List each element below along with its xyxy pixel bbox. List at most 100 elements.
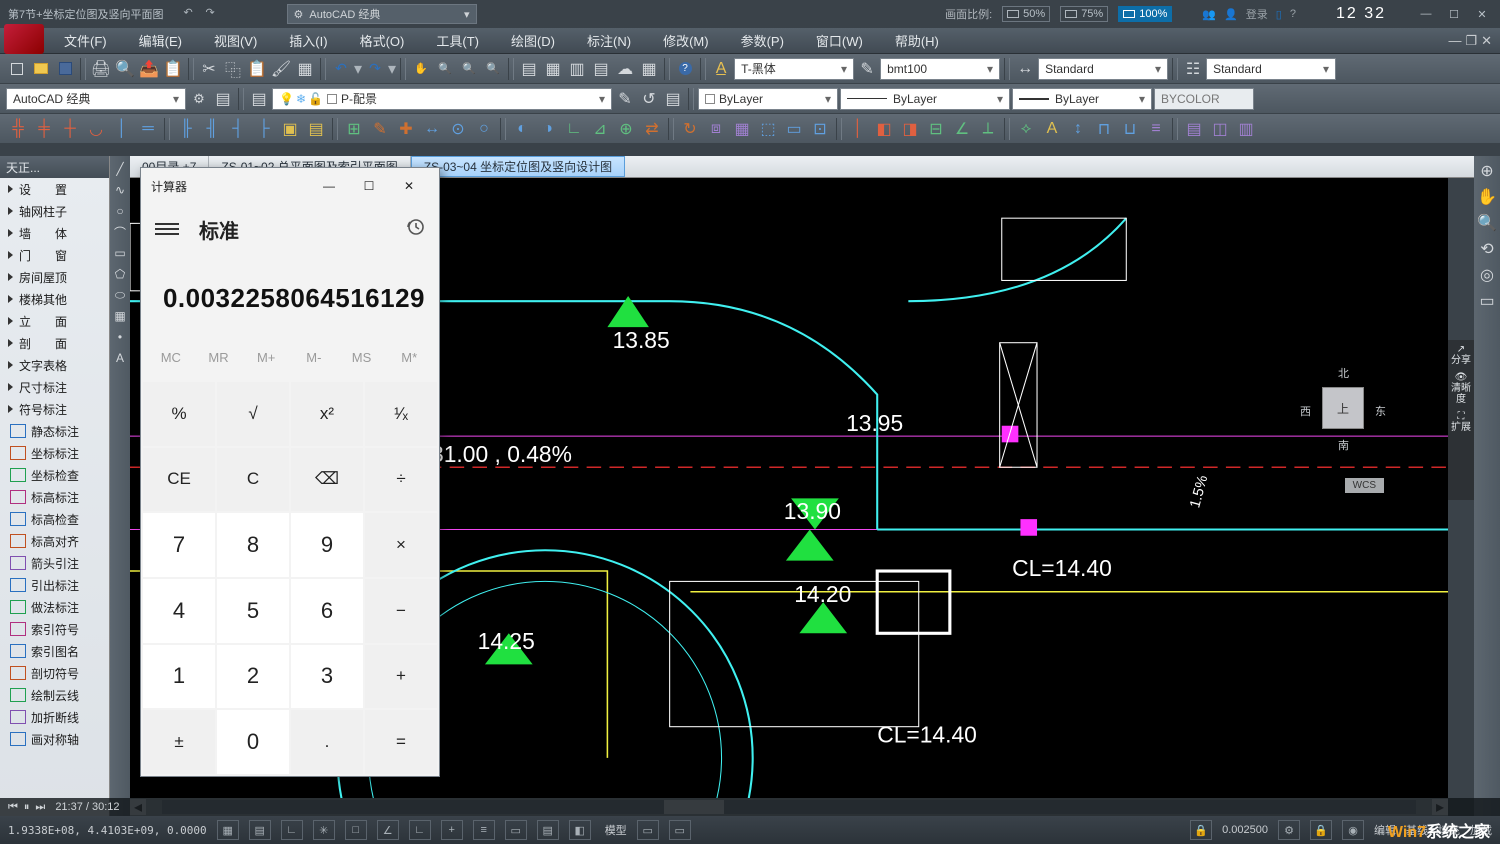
workspace-settings-button[interactable] [188,88,210,110]
toolpalette-button[interactable]: ▥ [566,58,588,80]
sidebar-cmd-12[interactable]: 绘制云线 [4,684,109,706]
textstyle-font-dropdown[interactable]: T-黑体▾ [734,58,854,80]
drawtool-16[interactable]: ⊙ [446,118,470,140]
drawtool-42[interactable]: ▤ [1182,118,1206,140]
autocad-logo[interactable] [4,24,44,54]
user-icon[interactable]: 👤 [1224,8,1238,21]
drawtool-4[interactable]: │ [110,118,134,140]
undo-button[interactable] [330,58,352,80]
workspace-save-button[interactable]: ▤ [212,88,234,110]
drawtool-17[interactable]: ○ [472,118,496,140]
sidebar-group-6[interactable]: 立 面 [4,310,109,332]
menu-dimension[interactable]: 标注(N) [571,28,647,53]
help-button[interactable] [674,58,696,80]
textstyle-pick-icon[interactable]: ✎ [856,58,878,80]
calc-key-7[interactable]: 7 [143,513,215,577]
draw-arc-icon[interactable]: ⌒ [111,223,129,241]
sidebar-cmd-3[interactable]: 标高标注 [4,486,109,508]
osnap-toggle[interactable]: □ [345,820,367,840]
ws-switch-icon[interactable]: ⚙ [1278,820,1300,840]
sidebar-cmd-7[interactable]: 引出标注 [4,574,109,596]
drawtool-26[interactable]: ▦ [730,118,754,140]
sidebar-cmd-13[interactable]: 加折断线 [4,706,109,728]
block-button[interactable]: ▦ [294,58,316,80]
tablestyle-dropdown[interactable]: Standard▾ [1206,58,1336,80]
menu-modify[interactable]: 修改(M) [647,28,725,53]
doc-close-button[interactable]: ✕ [1481,33,1492,49]
menu-tools[interactable]: 工具(T) [420,28,495,53]
video-next-button[interactable]: ⏭ [35,801,45,814]
calc-mr[interactable]: MR [195,344,243,380]
toolbar-lock-icon[interactable]: 🔒 [1310,820,1332,840]
sidebar-group-7[interactable]: 剖 面 [4,332,109,354]
drawtool-7[interactable]: ╢ [200,118,224,140]
drawtool-0[interactable]: ╬ [6,118,30,140]
zoom-realtime-button[interactable] [434,58,456,80]
nav-full-icon[interactable]: ⊕ [1476,160,1498,182]
drawtool-10[interactable]: ▣ [278,118,302,140]
calc-key-ce[interactable]: CE [143,448,215,512]
drawtool-32[interactable]: ◨ [898,118,922,140]
dimstyle-dropdown[interactable]: Standard▾ [1038,58,1168,80]
drawtool-6[interactable]: ╟ [174,118,198,140]
doc-restore-button[interactable]: ❐ [1465,33,1477,49]
main-minimize-button[interactable]: — [1416,8,1436,21]
sheetset-mgr-button[interactable]: ▤ [590,58,612,80]
drawtool-21[interactable]: ⊿ [588,118,612,140]
calc-key-back[interactable]: ⌫ [291,448,363,512]
sidebar-cmd-8[interactable]: 做法标注 [4,596,109,618]
doc-minimize-button[interactable]: — [1448,33,1461,48]
video-prev-button[interactable]: ⏮ [8,801,18,814]
exchange-icon[interactable]: ▯ [1276,8,1282,21]
pan-button[interactable] [410,58,432,80]
calc-key-4[interactable]: 4 [143,579,215,643]
cut-button[interactable]: ✂ [198,58,220,80]
drawtool-20[interactable]: ∟ [562,118,586,140]
menu-file[interactable]: 文件(F) [48,28,123,53]
sidebar-cmd-2[interactable]: 坐标检查 [4,464,109,486]
share-chip[interactable]: ↗分享 [1450,344,1472,366]
nav-showmot-icon[interactable]: ▭ [1476,290,1498,312]
video-pause-button[interactable]: ⏸ [24,801,30,814]
sidebar-cmd-10[interactable]: 索引图名 [4,640,109,662]
calc-minimize-button[interactable]: — [309,172,349,200]
print-button[interactable]: 🖨 [90,58,112,80]
calc-key-2[interactable]: 2 [217,645,289,709]
drawtool-14[interactable]: ✚ [394,118,418,140]
sidebar-cmd-6[interactable]: 箭头引注 [4,552,109,574]
calc-key-eq[interactable]: = [365,710,437,774]
menu-window[interactable]: 窗口(W) [800,28,879,53]
menu-format[interactable]: 格式(O) [344,28,421,53]
calc-key-sub[interactable]: − [365,579,437,643]
nav-zoom-icon[interactable]: 🔍 [1476,212,1498,234]
drawtool-9[interactable]: ├ [252,118,276,140]
drawtool-44[interactable]: ▥ [1234,118,1258,140]
drawtool-5[interactable]: ═ [136,118,160,140]
drawtool-19[interactable]: ◑ [536,118,560,140]
calc-mstar[interactable]: M* [385,344,433,380]
menu-help[interactable]: 帮助(H) [879,28,955,53]
drawtool-27[interactable]: ⬚ [756,118,780,140]
draw-rect-icon[interactable]: ▭ [111,244,129,262]
properties-button[interactable]: ▤ [518,58,540,80]
textstyle-name-dropdown[interactable]: bmt100▾ [880,58,1000,80]
match-button[interactable]: 🖌 [270,58,292,80]
calc-close-button[interactable]: ✕ [389,172,429,200]
color-dropdown[interactable]: ByLayer▾ [698,88,838,110]
calc-button[interactable]: ▦ [638,58,660,80]
layer-dropdown[interactable]: 💡 ❄ 🔓 P-配景▾ [272,88,612,110]
drawtool-18[interactable]: ◐ [510,118,534,140]
drawtool-22[interactable]: ⊕ [614,118,638,140]
drawtool-29[interactable]: ⊡ [808,118,832,140]
annotation-scale[interactable]: 0.002500 [1222,824,1268,836]
dimstyle-launcher-icon[interactable]: ↔ [1014,58,1036,80]
calc-key-neg[interactable]: ± [143,710,215,774]
layer-prev-button[interactable]: ↺ [638,88,660,110]
textstyle-launcher-icon[interactable]: A̲ [710,58,732,80]
drawtool-15[interactable]: ↔ [420,118,444,140]
ann-scale-icon[interactable]: 🔒 [1190,820,1212,840]
sidebar-group-4[interactable]: 房间屋顶 [4,266,109,288]
user-group-icon[interactable]: 👥 [1202,8,1216,21]
draw-pline-icon[interactable]: ∿ [111,181,129,199]
calc-key-sqr[interactable]: x² [291,382,363,446]
